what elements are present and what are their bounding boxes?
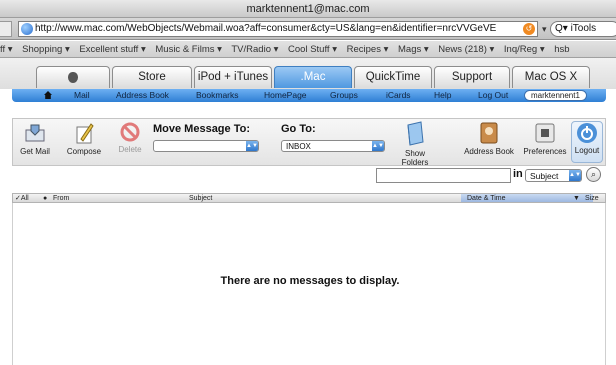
goto-label: Go To: (281, 123, 316, 135)
goto-folder-value: INBOX (286, 142, 311, 151)
message-list: There are no messages to display. (12, 203, 606, 365)
bookmark-item[interactable]: hsb (554, 44, 569, 55)
preferences-icon (535, 123, 555, 143)
bookmark-item[interactable]: Cool Stuff ▾ (288, 44, 337, 55)
tab-apple[interactable] (36, 66, 110, 88)
tab-quicktime[interactable]: QuickTime (354, 66, 432, 88)
address-book-button[interactable]: Address Book (459, 121, 519, 156)
select-arrows-icon: ▲▼ (569, 170, 581, 181)
nav-homepage[interactable]: HomePage (264, 89, 307, 102)
logout-label: Logout (574, 146, 600, 155)
back-button[interactable] (0, 21, 12, 37)
site-tab-bar: Store iPod + iTunes .Mac QuickTime Suppo… (0, 58, 616, 89)
column-flag[interactable]: ● (43, 194, 47, 203)
show-folders-label: Show Folders (401, 149, 429, 167)
bookmark-item[interactable]: Music & Films ▾ (155, 44, 222, 55)
message-list-header: ✓All ● From Subject Date & Time ▼ Size (12, 193, 606, 203)
tab-mac-os-x[interactable]: Mac OS X (512, 66, 590, 88)
nav-mail[interactable]: Mail (74, 89, 90, 102)
goto-folder-select[interactable]: INBOX ▲▼ (281, 140, 385, 152)
nav-icards[interactable]: iCards (386, 89, 411, 102)
column-size[interactable]: Size (585, 194, 599, 203)
url-text: http://www.mac.com/WebObjects/Webmail.wo… (35, 23, 497, 34)
logout-button[interactable]: Logout (571, 121, 603, 163)
window-title: marktennent1@mac.com (0, 0, 616, 18)
tab-dotmac[interactable]: .Mac (274, 66, 352, 88)
bookmark-item[interactable]: Mags ▾ (398, 44, 429, 55)
nav-address-book[interactable]: Address Book (116, 89, 169, 102)
nav-logout[interactable]: Log Out (478, 89, 508, 102)
nav-help[interactable]: Help (434, 89, 451, 102)
delete-label: Delete (118, 145, 142, 154)
site-icon (21, 23, 33, 35)
apple-icon (68, 72, 78, 83)
snapback-icon[interactable]: ↺ (523, 23, 535, 35)
compose-label: Compose (66, 147, 102, 156)
compose-pencil-icon (76, 123, 94, 144)
compose-button[interactable]: Compose (65, 121, 103, 156)
bookmark-item[interactable]: Inq/Reg ▾ (504, 44, 545, 55)
tab-ipod-itunes[interactable]: iPod + iTunes (194, 66, 272, 88)
url-dropdown-icon[interactable]: ▾ (542, 24, 547, 35)
sort-descending-icon: ▼ (573, 195, 580, 202)
select-arrows-icon: ▲▼ (246, 141, 258, 151)
search-field-select-value: Subject (530, 171, 559, 181)
address-book-icon (480, 122, 498, 144)
show-folders-button[interactable]: Show Folders (391, 121, 439, 167)
nav-bookmarks[interactable]: Bookmarks (196, 89, 239, 102)
column-subject[interactable]: Subject (189, 194, 212, 203)
bookmark-item[interactable]: TV/Radio ▾ (231, 44, 278, 55)
home-icon[interactable] (44, 91, 52, 99)
bookmark-item[interactable]: Excellent stuff ▾ (79, 44, 145, 55)
address-book-label: Address Book (464, 147, 514, 156)
bookmark-item[interactable]: Shopping ▾ (22, 44, 70, 55)
search-magnifier-icon[interactable]: ⌕ (586, 167, 601, 182)
bookmarks-bar: ff ▾ Shopping ▾ Excellent stuff ▾ Music … (0, 41, 616, 58)
nav-groups[interactable]: Groups (330, 89, 358, 102)
url-field[interactable]: http://www.mac.com/WebObjects/Webmail.wo… (18, 21, 538, 37)
bookmark-item[interactable]: ff ▾ (0, 44, 13, 55)
preferences-button[interactable]: Preferences (521, 121, 569, 156)
mail-search-input[interactable] (376, 168, 511, 183)
google-search-field[interactable]: Q▾ iTools (550, 21, 616, 37)
move-message-label: Move Message To: (153, 123, 250, 135)
folder-icon (407, 121, 424, 146)
delete-button[interactable]: Delete (113, 121, 147, 154)
search-in-label: in (513, 168, 523, 180)
user-badge: marktennent1 (524, 90, 587, 101)
mac-nav-bar: Mail Address Book Bookmarks HomePage Gro… (12, 89, 606, 102)
column-from[interactable]: From (53, 194, 69, 203)
get-mail-button[interactable]: Get Mail (19, 121, 51, 156)
address-toolbar: http://www.mac.com/WebObjects/Webmail.wo… (0, 18, 616, 40)
tab-store[interactable]: Store (112, 66, 192, 88)
search-field-value: iTools (570, 23, 597, 34)
column-date-time[interactable]: Date & Time (467, 194, 506, 203)
empty-list-message: There are no messages to display. (220, 275, 400, 287)
tab-support[interactable]: Support (434, 66, 510, 88)
inbox-tray-icon (25, 124, 45, 142)
preferences-label: Preferences (523, 147, 567, 156)
bookmark-item[interactable]: News (218) ▾ (438, 44, 494, 55)
delete-prohibited-icon (120, 122, 140, 142)
bookmark-item[interactable]: Recipes ▾ (347, 44, 389, 55)
power-icon (577, 123, 597, 143)
select-arrows-icon: ▲▼ (372, 141, 384, 151)
mail-toolbar: Get Mail Compose Delete Move Message To:… (12, 118, 606, 167)
column-select-all[interactable]: ✓All (15, 194, 29, 203)
search-field-select[interactable]: Subject ▲▼ (525, 169, 582, 182)
browser-window: { "window": {"title": "marktennent1@mac.… (0, 0, 616, 365)
get-mail-label: Get Mail (20, 147, 50, 156)
move-message-select[interactable]: ▲▼ (153, 140, 259, 152)
